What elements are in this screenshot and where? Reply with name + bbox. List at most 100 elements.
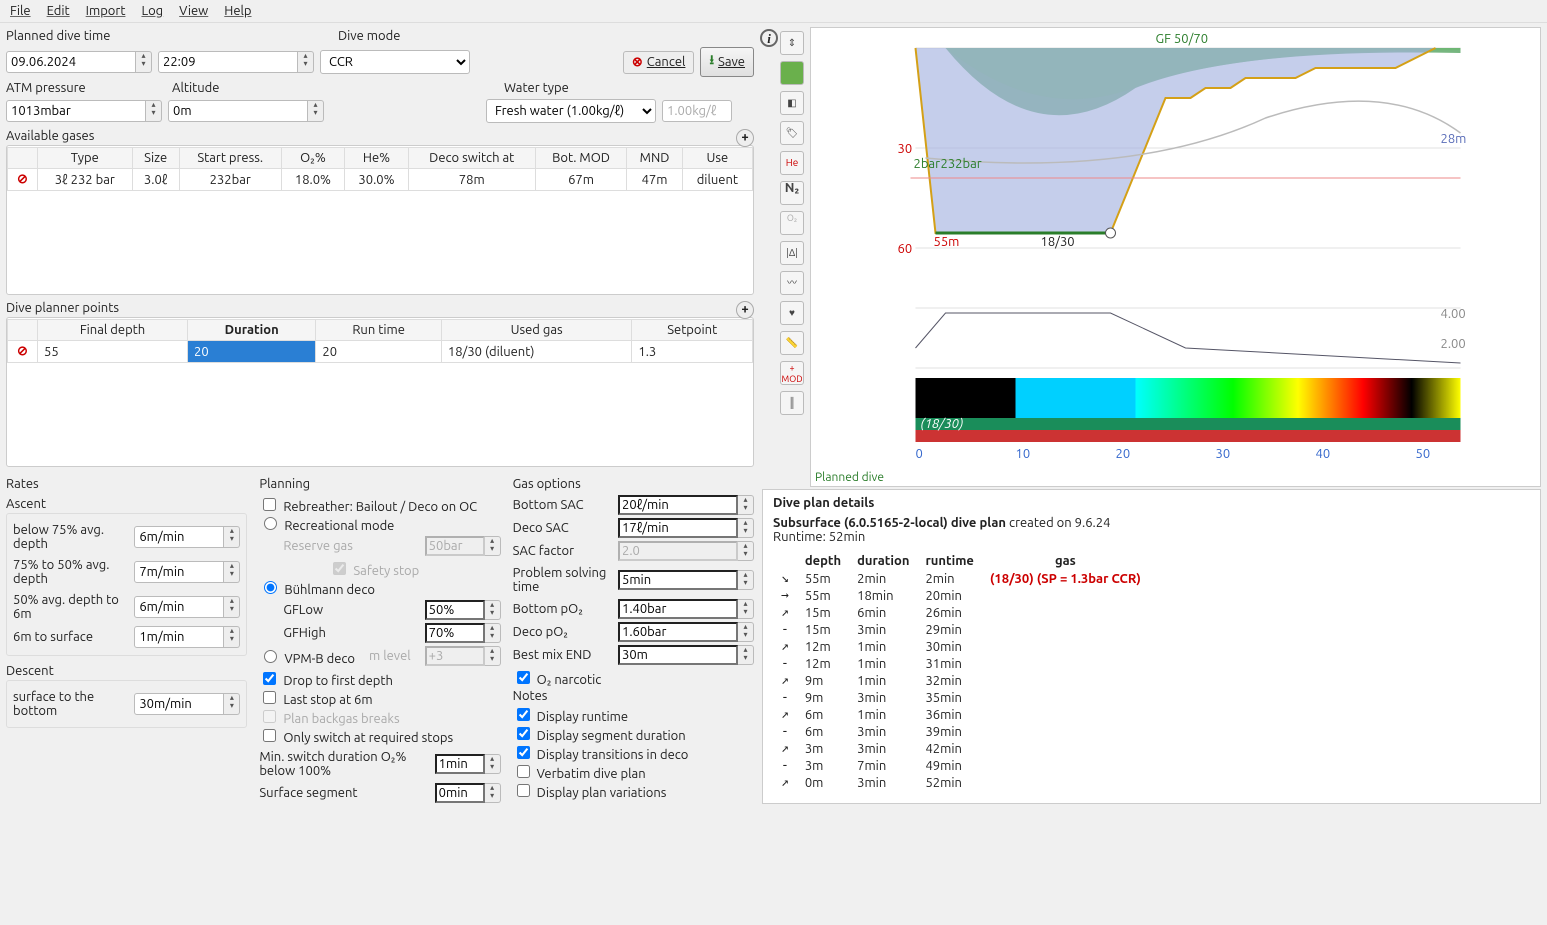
add-point-button[interactable]: +	[736, 301, 754, 319]
table-header: Final depth Duration Run time Used gas S…	[8, 320, 753, 341]
deco-po2-input[interactable]	[618, 622, 738, 642]
menu-log[interactable]: Log	[141, 4, 163, 18]
tool-tags-icon[interactable]: 🏷	[780, 121, 804, 145]
ascent-input-4[interactable]	[134, 626, 224, 648]
altitude-input[interactable]	[168, 100, 308, 122]
plan-row: →55m18min20min	[773, 587, 1149, 604]
min-switch-input[interactable]	[435, 754, 485, 774]
tool-ceiling-icon[interactable]: |Δ|	[780, 241, 804, 265]
vpmb-radio[interactable]: VPM-B deco	[259, 647, 355, 666]
add-gas-button[interactable]: +	[736, 129, 754, 147]
menu-file[interactable]: File	[10, 4, 31, 18]
reserve-gas-input	[425, 536, 485, 556]
trash-icon[interactable]	[17, 172, 28, 186]
info-icon[interactable]: i	[760, 29, 778, 47]
disp-runtime-checkbox[interactable]: Display runtime	[513, 710, 628, 724]
water-type-label: Water type	[504, 79, 569, 97]
details-title: Dive plan details	[773, 496, 1530, 510]
recreational-radio[interactable]: Recreational mode	[259, 519, 394, 533]
problem-input[interactable]	[618, 570, 738, 590]
tool-n2-icon[interactable]: N₂	[780, 181, 804, 205]
svg-text:60: 60	[898, 242, 913, 256]
svg-text:55m: 55m	[934, 235, 960, 249]
ascent-input-2[interactable]	[134, 561, 224, 583]
disp-trans-checkbox[interactable]: Display transitions in deco	[513, 748, 689, 762]
bottom-sac-input[interactable]	[618, 495, 738, 515]
drop-first-checkbox[interactable]: Drop to first depth	[259, 674, 393, 688]
gfhigh-label: GFHigh	[283, 624, 418, 642]
surface-segment-label: Surface segment	[259, 784, 428, 802]
atm-pressure-label: ATM pressure	[6, 79, 166, 97]
deco-sac-label: Deco SAC	[513, 519, 612, 537]
verbatim-checkbox[interactable]: Verbatim dive plan	[513, 767, 646, 781]
time-spin[interactable]: ▴▾	[298, 51, 314, 73]
gas-options-title: Gas options	[513, 477, 754, 491]
descent-input[interactable]	[134, 693, 224, 715]
gfhigh-input[interactable]	[425, 623, 485, 643]
svg-text:10: 10	[1016, 447, 1031, 461]
svg-text:GF 50/70: GF 50/70	[1156, 32, 1209, 46]
tool-scale-icon[interactable]: ⇕	[780, 31, 804, 55]
available-gases-table: Type Size Start press. O₂% He% Deco swit…	[6, 145, 754, 295]
save-button[interactable]: ⭳Save	[700, 47, 754, 77]
menu-view[interactable]: View	[179, 4, 208, 18]
tool-o2-icon[interactable]: O₂	[780, 211, 804, 235]
sac-factor-label: SAC factor	[513, 542, 612, 560]
trash-icon[interactable]	[17, 344, 28, 358]
deco-po2-label: Deco pO₂	[513, 623, 612, 641]
disp-segment-checkbox[interactable]: Display segment duration	[513, 729, 686, 743]
date-spin[interactable]: ▴▾	[136, 51, 152, 73]
profile-caption: Planned dive	[811, 471, 1540, 484]
only-switch-checkbox[interactable]: Only switch at required stops	[259, 731, 453, 745]
rebreather-checkbox[interactable]: Rebreather: Bailout / Deco on OC	[259, 500, 477, 514]
dive-plan-details: Dive plan details Subsurface (6.0.5165-2…	[762, 489, 1541, 804]
best-mix-input[interactable]	[618, 645, 738, 665]
bottom-po2-label: Bottom pO₂	[513, 600, 612, 618]
gflow-input[interactable]	[425, 600, 485, 620]
plan-row: ↘55m2min2min(18/30) (SP = 1.3bar CCR)	[773, 570, 1149, 587]
date-input[interactable]	[6, 51, 136, 73]
last-stop-checkbox[interactable]: Last stop at 6m	[259, 693, 372, 707]
available-gases-title: Available gases	[6, 129, 94, 143]
surface-segment-input[interactable]	[435, 783, 485, 803]
cancel-button[interactable]: ⊗Cancel	[623, 51, 695, 74]
deco-sac-input[interactable]	[618, 518, 738, 538]
dive-planner-table: Final depth Duration Run time Used gas S…	[6, 317, 754, 467]
time-input[interactable]	[158, 51, 298, 73]
ascent-title: Ascent	[6, 495, 247, 513]
planner-row[interactable]: 55 20 20 18/30 (diluent) 1.3	[8, 341, 753, 363]
water-type-select[interactable]: Fresh water (1.00kg/ℓ)	[486, 99, 656, 123]
cancel-icon: ⊗	[632, 55, 643, 70]
dive-mode-label: Dive mode	[338, 27, 400, 45]
plan-row: ↗12m1min30min	[773, 638, 1149, 655]
reserve-gas-label: Reserve gas	[283, 539, 353, 553]
tool-mod-icon[interactable]: +MOD	[780, 361, 804, 385]
tool-bar-icon[interactable]: ║	[780, 391, 804, 415]
buhlmann-radio[interactable]: Bühlmann deco	[259, 583, 375, 597]
tool-he-icon[interactable]: He	[780, 151, 804, 175]
o2-narcotic-checkbox[interactable]: O₂ narcotic	[513, 673, 602, 687]
plan-row: -6m3min39min	[773, 723, 1149, 740]
plan-row: ↗15m6min26min	[773, 604, 1149, 621]
tool-heart-icon[interactable]: ♥	[780, 301, 804, 325]
plan-row: -9m3min35min	[773, 689, 1149, 706]
ascent-input-1[interactable]	[134, 526, 224, 548]
ascent-input-3[interactable]	[134, 596, 224, 618]
menu-import[interactable]: Import	[86, 4, 126, 18]
dive-profile-chart[interactable]: 30 60 2bar 232bar 55m 18/30 28m GF 50/70…	[810, 27, 1541, 487]
tool-ruler-icon[interactable]: 📏	[780, 331, 804, 355]
save-icon: ⭳	[709, 51, 714, 73]
menu-help[interactable]: Help	[224, 4, 251, 18]
gas-row[interactable]: 3ℓ 232 bar 3.0ℓ 232bar 18.0% 30.0% 78m 6…	[8, 169, 753, 191]
disp-var-checkbox[interactable]: Display plan variations	[513, 786, 667, 800]
atm-input[interactable]	[6, 100, 146, 122]
plan-row: -15m3min29min	[773, 621, 1149, 638]
bottom-po2-input[interactable]	[618, 599, 738, 619]
tool-tissue-icon[interactable]	[780, 61, 804, 85]
dive-mode-select[interactable]: CCR	[320, 50, 470, 74]
tool-photo-icon[interactable]: ◧	[780, 91, 804, 115]
svg-text:40: 40	[1316, 447, 1331, 461]
tool-rate-icon[interactable]: 〰	[780, 271, 804, 295]
menu-edit[interactable]: Edit	[47, 4, 70, 18]
svg-text:28m: 28m	[1441, 132, 1467, 146]
